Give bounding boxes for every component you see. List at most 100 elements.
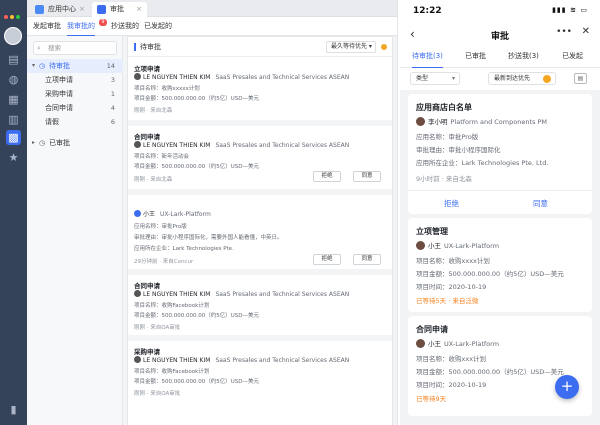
approve-button[interactable]: 同意 bbox=[533, 198, 548, 209]
sidebar-item-leave[interactable]: 请假 6 bbox=[27, 115, 123, 129]
mobile-screen: 12:22 ▮▮▮ ≋ ▭ ‹ 审批 ••• ✕ 待审批(3) 已审批 抄送我(… bbox=[400, 0, 600, 425]
approval-card[interactable]: 合同申请 小王 UX-Lark-Platform 项目名称：收购xxx计划 项目金… bbox=[408, 316, 592, 416]
approve-button[interactable]: 同意 bbox=[353, 171, 381, 182]
chevron-down-icon: ▾ bbox=[32, 62, 36, 69]
card-field: 项目名称：收购xxxx计划 bbox=[416, 257, 490, 265]
card-meta: 刚刚 · 来自OA审批 bbox=[134, 325, 181, 331]
stats-icon[interactable]: ▮ bbox=[6, 402, 21, 417]
card-applicant: 小王 UX-Lark-Platform bbox=[416, 338, 499, 348]
tab-app-center[interactable]: 应用中心 × bbox=[30, 2, 90, 17]
tab-approval[interactable]: 审批 × bbox=[92, 2, 147, 17]
close-icon[interactable]: × bbox=[79, 2, 85, 17]
card-applicant: LE NGUYEN THIEN KIM SaaS Presales and Tec… bbox=[134, 73, 349, 81]
card-meta: 已等待9天 bbox=[416, 395, 447, 403]
approval-card[interactable]: 采购申请 LE NGUYEN THIEN KIM SaaS Presales an… bbox=[128, 341, 392, 411]
filter-bar: 类型 ▾ 最新到达优先 ▤ bbox=[400, 68, 600, 90]
card-title: 立项申请 bbox=[134, 65, 160, 73]
count-badge: 9 bbox=[99, 19, 107, 26]
chat-icon[interactable]: ▤ bbox=[6, 52, 21, 67]
sidebar: ⌕ 搜索 ▾ ◷ 待审批 14 立项申请 3 采购申请 1 合同申请 4 请假 6 ▸ … bbox=[27, 36, 123, 425]
divider bbox=[408, 190, 592, 191]
calendar-icon[interactable]: ▦ bbox=[6, 92, 21, 107]
avatar bbox=[134, 73, 141, 80]
card-title: 合同申请 bbox=[416, 325, 448, 334]
reject-button[interactable]: 拒绝 bbox=[313, 254, 341, 265]
card-applicant: 小王 UX-Lark-Platform bbox=[416, 240, 499, 250]
avatar[interactable] bbox=[4, 27, 22, 45]
card-field: 项目名称：收购xxx计划 bbox=[416, 355, 487, 363]
approval-card[interactable]: 立项申请 LE NGUYEN THIEN KIM SaaS Presales an… bbox=[128, 58, 392, 126]
message-icon[interactable]: ◍ bbox=[6, 72, 21, 87]
card-field: 项目金额：500.000.000.00（约5亿）USD—美元 bbox=[416, 270, 564, 278]
card-field: 项目金额：500.000.000.00（约5亿）USD—美元 bbox=[134, 96, 259, 102]
avatar bbox=[416, 117, 425, 126]
more-icon[interactable]: ••• bbox=[556, 27, 572, 37]
status-bar: 12:22 ▮▮▮ ≋ ▭ bbox=[400, 0, 600, 22]
card-field: 项目时间：2020-10-19 bbox=[416, 381, 487, 389]
nav-sent[interactable]: 已发起的 bbox=[144, 17, 172, 36]
sidebar-item-purchase[interactable]: 采购申请 1 bbox=[27, 87, 123, 101]
list-header: 待审批 最久等待优先 ▾ bbox=[128, 37, 392, 57]
approve-button[interactable]: 同意 bbox=[353, 254, 381, 265]
star-icon[interactable]: ★ bbox=[6, 150, 21, 165]
approval-card[interactable]: 小王 UX-Lark-Platform 应用名称：审批Pro版 审批理由：审批小程… bbox=[128, 195, 392, 275]
card-applicant: LE NGUYEN THIEN KIM SaaS Presales and Tec… bbox=[134, 290, 349, 298]
approval-card[interactable]: 立项管理 小王 UX-Lark-Platform 项目名称：收购xxxx计划 项目… bbox=[408, 218, 592, 312]
sidebar-item-project[interactable]: 立项申请 3 bbox=[27, 73, 123, 87]
avatar bbox=[134, 141, 141, 148]
card-field: 应用所在企业：Lark Technologies Pte. Ltd. bbox=[416, 159, 549, 167]
tab-cc[interactable]: 抄送我(3) bbox=[508, 51, 539, 68]
reject-button[interactable]: 拒绝 bbox=[313, 171, 341, 182]
sidebar-item-pending[interactable]: ▾ ◷ 待审批 14 bbox=[27, 59, 123, 73]
doc-icon[interactable]: ▥ bbox=[6, 112, 21, 127]
card-field: 审批理由：审批小程序国际化，需要外国人能看懂，中英日。 bbox=[134, 235, 283, 241]
approval-subnav: 发起审批 我审批的 9 抄送我的 已发起的 bbox=[27, 17, 397, 36]
close-icon[interactable]: × bbox=[136, 2, 142, 17]
card-field: 项目金额：500.000.000.00（约5亿）USD—美元 bbox=[134, 379, 259, 385]
card-meta: 刚刚 · 来自OA审批 bbox=[134, 391, 181, 397]
layout-icon[interactable]: ▤ bbox=[574, 73, 587, 84]
status-dot bbox=[381, 44, 387, 50]
sidebar-item-contract[interactable]: 合同申请 4 bbox=[27, 101, 123, 115]
card-applicant: LE NGUYEN THIEN KIM SaaS Presales and Tec… bbox=[134, 141, 349, 149]
card-field: 项目名称：收购xxxxx计划 bbox=[134, 86, 200, 92]
add-button[interactable]: + bbox=[555, 375, 579, 399]
approval-card[interactable]: 应用商店白名单 李小明 Platform and Components PM 应用… bbox=[408, 94, 592, 214]
card-field: 项目名称：收购Facebook计划 bbox=[134, 303, 210, 309]
sidebar-item-done[interactable]: ▸ ◷ 已审批 bbox=[27, 136, 123, 150]
nav-cc-me[interactable]: 抄送我的 bbox=[111, 17, 139, 36]
card-field: 项目名称：新年活动会 bbox=[134, 154, 190, 160]
nav-initiate[interactable]: 发起审批 bbox=[33, 17, 61, 36]
card-field: 项目名称：收购Facebook计划 bbox=[134, 369, 210, 375]
card-meta: 刚刚 · 来自北森 bbox=[134, 108, 173, 114]
apps-icon[interactable]: ▩ bbox=[6, 130, 21, 145]
status-dot bbox=[543, 75, 551, 83]
reject-button[interactable]: 拒绝 bbox=[444, 198, 459, 209]
card-meta: 已等待5天 · 来自泛微 bbox=[416, 297, 479, 305]
sort-select[interactable]: 最久等待优先 ▾ bbox=[326, 41, 376, 53]
window-controls bbox=[4, 4, 24, 19]
search-input[interactable]: ⌕ 搜索 bbox=[33, 41, 117, 55]
card-title: 合同申请 bbox=[134, 133, 160, 141]
nav-my-approvals[interactable]: 我审批的 bbox=[67, 17, 95, 36]
approval-card[interactable]: 合同申请 LE NGUYEN THIEN KIM SaaS Presales an… bbox=[128, 275, 392, 341]
card-meta: 刚刚 · 来自北森 bbox=[134, 177, 173, 183]
tab-pending[interactable]: 待审批(3) bbox=[412, 51, 443, 68]
app-rail: ▤ ◍ ▦ ▥ ▩ ★ ▮ bbox=[0, 0, 27, 425]
avatar bbox=[134, 356, 141, 363]
card-meta: 29分钟前 · 来自Concur bbox=[134, 259, 194, 265]
app-center-icon bbox=[35, 5, 44, 14]
avatar bbox=[416, 241, 425, 250]
card-applicant: 小王 UX-Lark-Platform bbox=[134, 209, 211, 218]
approval-card[interactable]: 合同申请 LE NGUYEN THIEN KIM SaaS Presales an… bbox=[128, 126, 392, 195]
tab-sent[interactable]: 已发起 bbox=[562, 51, 583, 68]
mobile-tabs: 待审批(3) 已审批 抄送我(3) 已发起 bbox=[400, 48, 600, 68]
tab-approved[interactable]: 已审批 bbox=[465, 51, 486, 68]
card-field: 审批理由：审批小程序国际化 bbox=[416, 146, 501, 154]
card-applicant: LE NGUYEN THIEN KIM SaaS Presales and Tec… bbox=[134, 356, 349, 364]
close-icon[interactable]: ✕ bbox=[582, 26, 590, 37]
done-icon: ◷ bbox=[39, 139, 46, 147]
search-icon: ⌕ bbox=[37, 44, 41, 52]
avatar bbox=[134, 210, 141, 217]
type-filter[interactable]: 类型 ▾ bbox=[410, 72, 460, 85]
